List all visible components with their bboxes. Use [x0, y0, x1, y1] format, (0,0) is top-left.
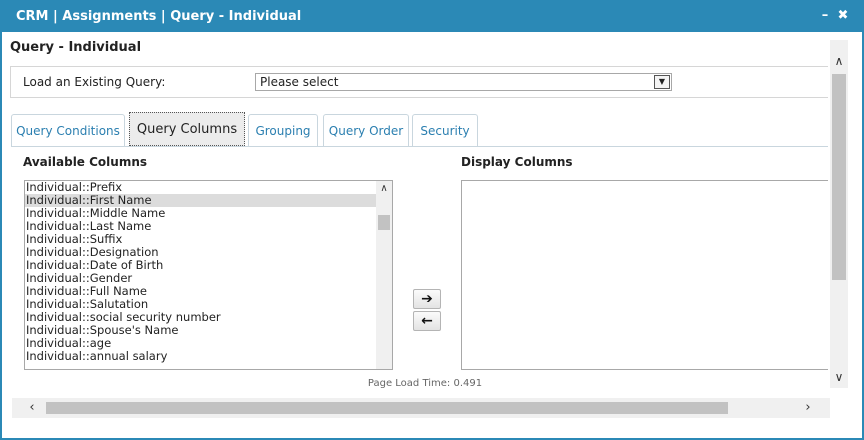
- tab-security[interactable]: Security: [412, 114, 478, 146]
- display-columns-list[interactable]: [461, 180, 828, 370]
- tab-grouping[interactable]: Grouping: [248, 114, 318, 146]
- available-columns-items: Individual::Prefix Individual::First Name…: [25, 181, 377, 363]
- display-columns-title: Display Columns: [461, 155, 573, 169]
- list-item[interactable]: Individual::annual salary: [25, 350, 377, 363]
- chevron-up-icon[interactable]: ∧: [830, 52, 848, 70]
- horizontal-scroll-thumb[interactable]: [46, 402, 728, 414]
- load-query-label: Load an Existing Query:: [23, 75, 166, 89]
- minimize-icon[interactable]: –: [818, 8, 832, 24]
- list-scroll-thumb[interactable]: [378, 215, 390, 230]
- chevron-down-icon[interactable]: ∨: [830, 368, 848, 386]
- query-tabs: Query Conditions Query Columns Grouping …: [11, 112, 828, 146]
- load-query-value: Please select: [260, 75, 339, 89]
- chevron-right-icon[interactable]: ›: [798, 398, 818, 418]
- page-title: Query - Individual: [10, 40, 142, 55]
- tab-query-order[interactable]: Query Order: [323, 114, 409, 146]
- remove-column-button[interactable]: ←: [413, 311, 441, 331]
- chevron-up-icon[interactable]: ∧: [376, 181, 392, 197]
- dialog-title: CRM | Assignments | Query - Individual: [16, 9, 302, 24]
- vertical-scrollbar[interactable]: ∧ ∨: [830, 40, 848, 388]
- dialog-footer: [2, 418, 862, 438]
- chevron-left-icon[interactable]: ‹: [22, 398, 42, 418]
- dialog-content: Query - Individual Load an Existing Quer…: [2, 32, 828, 398]
- tab-query-conditions[interactable]: Query Conditions: [11, 114, 125, 146]
- add-column-button[interactable]: ➔: [413, 289, 441, 309]
- close-icon[interactable]: ✖: [836, 8, 850, 24]
- chevron-down-icon[interactable]: ▼: [654, 75, 670, 89]
- load-query-select[interactable]: Please select ▼: [255, 73, 672, 91]
- list-scrollbar[interactable]: ∧: [376, 181, 392, 369]
- query-dialog: CRM | Assignments | Query - Individual –…: [0, 0, 864, 440]
- tab-query-columns[interactable]: Query Columns: [129, 112, 245, 146]
- page-load-time: Page Load Time: 0.491: [367, 378, 483, 389]
- load-query-row: Load an Existing Query: Please select ▼: [10, 66, 828, 98]
- available-columns-list[interactable]: Individual::Prefix Individual::First Name…: [24, 180, 393, 370]
- available-columns-title: Available Columns: [23, 155, 148, 169]
- horizontal-scrollbar[interactable]: ‹ ›: [12, 398, 830, 418]
- dialog-titlebar[interactable]: CRM | Assignments | Query - Individual –…: [2, 2, 862, 32]
- query-columns-panel: Available Columns Display Columns Indivi…: [11, 146, 828, 398]
- vertical-scroll-thumb[interactable]: [832, 74, 846, 280]
